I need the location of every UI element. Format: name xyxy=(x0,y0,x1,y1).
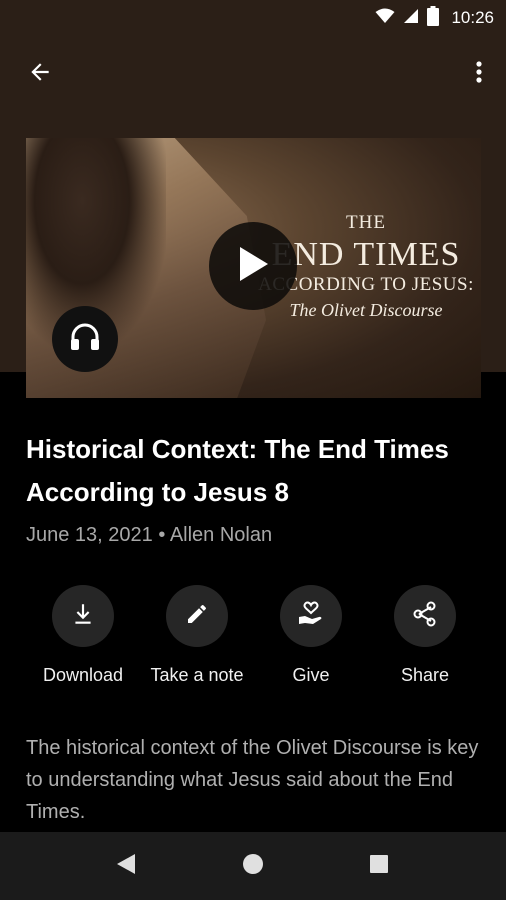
nav-home-button[interactable] xyxy=(237,850,269,882)
episode-title: Historical Context: The End Times Accord… xyxy=(26,434,449,507)
episode-speaker: Allen Nolan xyxy=(169,524,273,546)
meta-separator: • xyxy=(158,524,166,546)
share-label: Share xyxy=(400,665,450,685)
status-icons: 10:26 xyxy=(375,5,494,31)
pencil-icon xyxy=(185,602,209,631)
share-icon xyxy=(412,601,438,632)
more-vertical-icon xyxy=(476,60,482,89)
play-button[interactable] xyxy=(209,222,297,310)
nav-recents-button[interactable] xyxy=(363,850,395,882)
take-note-circle xyxy=(166,585,228,647)
system-nav-bar xyxy=(0,832,506,900)
give-button[interactable]: Give xyxy=(251,585,371,686)
action-row: Download Take a note Give Share xyxy=(0,585,506,695)
app-bar xyxy=(0,46,506,102)
more-options-button[interactable] xyxy=(464,54,494,94)
download-label: Download xyxy=(42,665,124,685)
audio-mode-button[interactable] xyxy=(52,306,118,372)
artwork-line-the: THE xyxy=(346,212,386,233)
nav-recents-icon xyxy=(369,854,389,879)
play-icon xyxy=(236,245,270,288)
nav-back-icon xyxy=(115,852,137,881)
nav-back-button[interactable] xyxy=(110,850,142,882)
status-time: 10:26 xyxy=(451,8,494,27)
episode-description: The historical context of the Olivet Dis… xyxy=(26,737,479,823)
battery-icon xyxy=(427,5,440,31)
give-circle xyxy=(280,585,342,647)
nav-home-icon xyxy=(242,853,264,880)
share-button[interactable]: Share xyxy=(365,585,485,686)
give-label: Give xyxy=(292,665,330,685)
download-icon xyxy=(70,601,96,632)
headphones-icon xyxy=(69,322,101,357)
artwork-line-olivet: The Olivet Discourse xyxy=(289,300,443,320)
take-note-label: Take a note xyxy=(150,665,244,685)
arrow-left-icon xyxy=(27,59,53,90)
download-button[interactable]: Download xyxy=(23,585,143,686)
give-heart-hand-icon xyxy=(297,600,325,632)
status-bar: 10:26 xyxy=(0,0,506,36)
wifi-icon xyxy=(375,8,395,29)
take-note-button[interactable]: Take a note xyxy=(137,585,257,686)
signal-icon xyxy=(403,8,419,29)
episode-meta: June 13, 2021 • Allen Nolan xyxy=(26,524,272,547)
download-circle xyxy=(52,585,114,647)
episode-date: June 13, 2021 xyxy=(26,524,153,546)
share-circle xyxy=(394,585,456,647)
back-button[interactable] xyxy=(18,54,62,94)
